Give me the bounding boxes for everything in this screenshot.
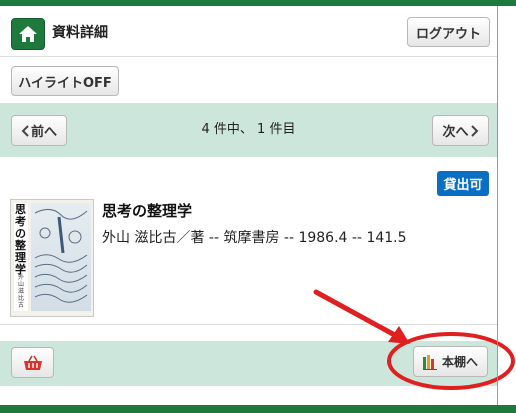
panel-border <box>497 6 498 405</box>
annotation-circle <box>387 332 515 390</box>
annotation-overlay <box>313 289 515 390</box>
annotation-arrow <box>313 289 405 342</box>
bottom-accent-bar <box>0 405 516 413</box>
